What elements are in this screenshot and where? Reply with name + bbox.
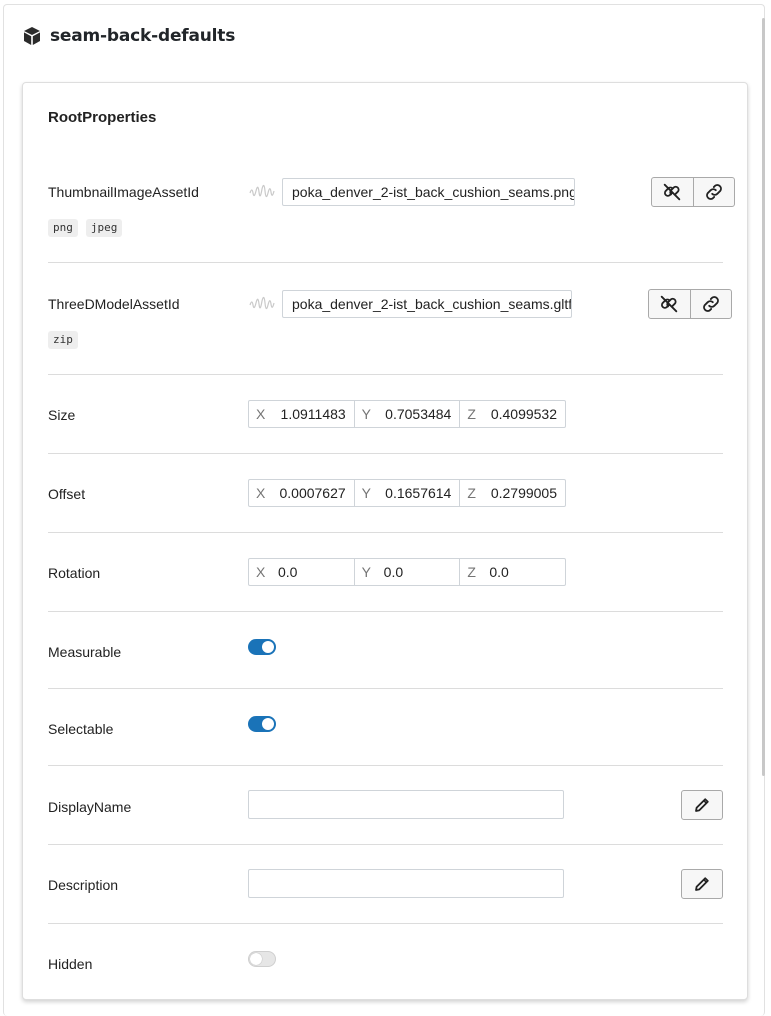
display-name-input[interactable] bbox=[248, 790, 564, 819]
toggle-knob bbox=[262, 641, 274, 653]
y-axis-label: Y bbox=[361, 485, 372, 501]
unlink-button[interactable] bbox=[649, 290, 690, 318]
thumbnail-asset-input[interactable]: poka_denver_2-ist_back_cushion_seams.png bbox=[282, 178, 575, 206]
toggle-knob bbox=[250, 953, 262, 965]
z-axis-label: Z bbox=[467, 406, 476, 422]
size-z-value: 0.4099532 bbox=[490, 406, 558, 422]
model-label: ThreeDModelAssetId bbox=[48, 296, 180, 312]
offset-y-value: 0.1657614 bbox=[385, 485, 452, 501]
link-icon bbox=[702, 296, 719, 312]
offset-x-value: 0.0007627 bbox=[279, 485, 346, 501]
measurable-label: Measurable bbox=[48, 644, 122, 660]
panel-header: seam-back-defaults bbox=[22, 24, 235, 48]
rotation-y-field[interactable]: Y 0.0 bbox=[353, 559, 460, 585]
thumbnail-link-buttons bbox=[651, 177, 735, 207]
offset-y-field[interactable]: Y 0.1657614 bbox=[353, 480, 460, 506]
model-link-buttons bbox=[648, 289, 732, 319]
size-y-value: 0.7053484 bbox=[385, 406, 452, 422]
waveform-icon bbox=[249, 184, 275, 198]
page-title: seam-back-defaults bbox=[50, 26, 236, 46]
measurable-row: Measurable bbox=[48, 612, 723, 689]
root-properties-card: RootProperties ThumbnailImageAssetId png… bbox=[22, 82, 748, 1000]
tag-zip: zip bbox=[48, 331, 78, 349]
link-button[interactable] bbox=[692, 178, 735, 206]
rotation-row: Rotation X 0.0 Y 0.0 Z 0.0 bbox=[48, 533, 723, 612]
display-name-label: DisplayName bbox=[48, 799, 132, 815]
x-axis-label: X bbox=[256, 406, 266, 422]
unlink-button[interactable] bbox=[652, 178, 693, 206]
description-input[interactable] bbox=[248, 869, 564, 898]
x-axis-label: X bbox=[256, 564, 266, 580]
z-axis-label: Z bbox=[467, 564, 476, 580]
rotation-vector-input: X 0.0 Y 0.0 Z 0.0 bbox=[248, 558, 566, 586]
description-edit-button[interactable] bbox=[681, 869, 723, 899]
selectable-row: Selectable bbox=[48, 689, 723, 766]
thumbnail-tags: png jpeg bbox=[48, 219, 123, 237]
description-label: Description bbox=[48, 877, 119, 893]
size-row: Size X 1.0911483 Y 0.7053484 Z 0.4099532 bbox=[48, 375, 723, 454]
cube-icon bbox=[24, 27, 40, 45]
y-axis-label: Y bbox=[361, 564, 372, 580]
size-x-field[interactable]: X 1.0911483 bbox=[249, 401, 354, 427]
size-z-field[interactable]: Z 0.4099532 bbox=[459, 401, 565, 427]
size-vector-input: X 1.0911483 Y 0.7053484 Z 0.4099532 bbox=[248, 400, 566, 428]
x-axis-label: X bbox=[256, 485, 266, 501]
pencil-icon bbox=[695, 798, 709, 812]
offset-z-value: 0.2799005 bbox=[490, 485, 558, 501]
offset-vector-input: X 0.0007627 Y 0.1657614 Z 0.2799005 bbox=[248, 479, 566, 507]
hidden-toggle[interactable] bbox=[248, 951, 276, 967]
thumbnail-row: ThumbnailImageAssetId png jpeg poka_denv… bbox=[48, 167, 735, 263]
offset-row: Offset X 0.0007627 Y 0.1657614 Z 0.2799005 bbox=[48, 454, 723, 533]
thumbnail-label: ThumbnailImageAssetId bbox=[48, 184, 199, 200]
card-title: RootProperties bbox=[48, 109, 157, 126]
size-y-field[interactable]: Y 0.7053484 bbox=[353, 401, 460, 427]
tag-png: png bbox=[48, 219, 78, 237]
model-tags: zip bbox=[48, 331, 78, 349]
tag-jpeg: jpeg bbox=[85, 219, 123, 237]
offset-label: Offset bbox=[48, 486, 86, 502]
description-row: Description bbox=[48, 845, 723, 924]
y-axis-label: Y bbox=[361, 406, 372, 422]
rotation-z-value: 0.0 bbox=[489, 564, 509, 580]
size-label: Size bbox=[48, 407, 76, 423]
waveform-icon bbox=[249, 296, 275, 310]
unlink-icon bbox=[664, 183, 681, 201]
rotation-y-value: 0.0 bbox=[383, 564, 404, 580]
measurable-toggle[interactable] bbox=[248, 639, 276, 655]
link-icon bbox=[705, 184, 722, 200]
unlink-icon bbox=[661, 295, 678, 313]
display-name-row: DisplayName bbox=[48, 766, 723, 845]
hidden-row: Hidden bbox=[48, 924, 723, 994]
selectable-label: Selectable bbox=[48, 721, 114, 737]
rotation-label: Rotation bbox=[48, 565, 101, 581]
rotation-z-field[interactable]: Z 0.0 bbox=[459, 559, 565, 585]
toggle-knob bbox=[262, 718, 274, 730]
model-row: ThreeDModelAssetId zip poka_denver_2-ist… bbox=[48, 263, 732, 375]
rotation-x-value: 0.0 bbox=[278, 564, 298, 580]
display-name-edit-button[interactable] bbox=[681, 790, 723, 820]
model-asset-input[interactable]: poka_denver_2-ist_back_cushion_seams.glt… bbox=[282, 290, 572, 318]
rotation-x-field[interactable]: X 0.0 bbox=[249, 559, 354, 585]
scrollbar[interactable] bbox=[762, 18, 765, 776]
size-x-value: 1.0911483 bbox=[280, 406, 346, 422]
pencil-icon bbox=[695, 877, 709, 891]
offset-z-field[interactable]: Z 0.2799005 bbox=[459, 480, 565, 506]
hidden-label: Hidden bbox=[48, 956, 93, 972]
selectable-toggle[interactable] bbox=[248, 716, 276, 732]
link-button[interactable] bbox=[689, 290, 732, 318]
z-axis-label: Z bbox=[467, 485, 476, 501]
offset-x-field[interactable]: X 0.0007627 bbox=[249, 480, 354, 506]
